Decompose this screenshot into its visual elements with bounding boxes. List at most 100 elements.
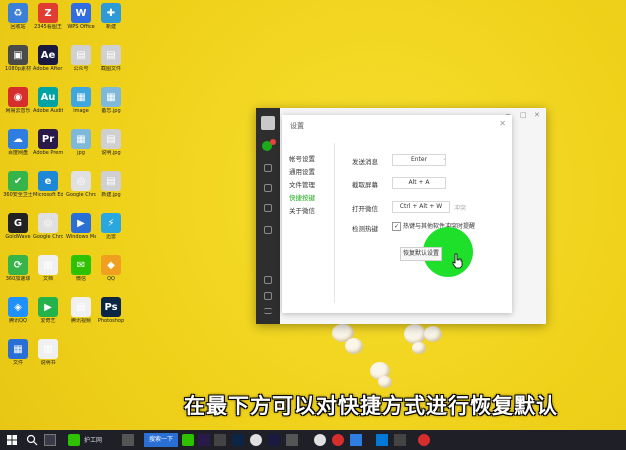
desktop-icon-image: ▤ [101,171,121,191]
desktop-icon-label: GoldWave [5,234,31,240]
desktop-icon[interactable]: AuAdobe Audition [33,87,63,114]
desktop-icon-label: 说明书 [40,360,56,366]
avatar[interactable] [261,116,275,130]
desktop-icon[interactable]: ▥ 文档 [33,255,63,282]
desktop-icon-label: Adobe Premiere Pro [33,150,63,156]
desktop-icon[interactable]: PrAdobe Premiere Pro [33,129,63,156]
desktop-icon[interactable]: ✉ 微信 [66,255,96,282]
desktop-icon-label: 文件 [12,360,23,366]
favorites-icon[interactable] [264,184,272,192]
shortcut-screenshot-field[interactable]: Alt + A [392,177,446,189]
desktop-icon[interactable]: ▦ jpg [66,129,96,156]
desktop-icon[interactable]: ▦ image [66,87,96,114]
app3-taskbar-icon[interactable] [376,434,388,446]
contacts-icon[interactable] [264,164,272,172]
desktop-icon[interactable]: ▤ 新建.jpg [96,171,126,198]
desktop-icon[interactable]: Ps Photoshop [96,297,126,324]
moments-icon[interactable] [264,226,272,234]
menu-about[interactable]: 关于微信 [289,205,315,215]
desktop-icon[interactable]: G GoldWave [3,213,33,240]
desktop-icon[interactable]: ✔ 360安全卫士 [3,171,33,198]
desktop-icon-label: 腾讯QQ [9,318,27,324]
close-icon[interactable]: ✕ [499,119,506,128]
task-view-icon[interactable] [44,434,56,446]
premiere-taskbar-icon[interactable] [198,434,210,446]
app4-taskbar-icon[interactable] [394,434,406,446]
maximize-icon[interactable]: □ [520,111,527,119]
mini-program-icon[interactable] [264,276,272,284]
desktop-icon[interactable]: ♻ 回收站 [3,3,33,30]
desktop-icon[interactable]: ▣ 1080p素材 [3,45,33,72]
desktop-icon[interactable]: Z 2345看图王 [33,3,63,30]
desktop-icon[interactable]: ◎Google Chrome [33,213,63,240]
shortcut-open-field[interactable]: Ctrl + Alt + W [392,201,450,213]
phone-icon[interactable] [264,292,272,300]
desktop-icon[interactable]: ✚ 新建 [96,3,126,30]
desktop-icon[interactable]: ▤ 公众号 [66,45,96,72]
desktop-icon-label: 截图文件 [100,66,121,72]
desktop-icon-label: 迅雷 [105,234,116,240]
desktop-icon[interactable]: ▤ 截图文件 [96,45,126,72]
menu-general-settings[interactable]: 通用设置 [289,166,315,176]
record-taskbar-icon[interactable] [418,434,430,446]
shortcut-label-detect: 检测热键 [352,225,378,233]
desktop-icon[interactable]: ▤ 腾讯视频 [66,297,96,324]
desktop-icon-image: ◎ [38,213,58,233]
conflict-checkbox[interactable]: ✓ [392,222,401,231]
music-taskbar-icon[interactable] [332,434,344,446]
desktop-icon[interactable]: ◎Google Chrome [66,171,96,198]
taskbar-icon[interactable] [122,434,134,446]
desktop-icon-label: 新建.jpg [101,192,121,198]
desktop-icon-image: ☁ [8,129,28,149]
desktop-icon[interactable]: ◈ 腾讯QQ [3,297,33,324]
ae-taskbar-icon[interactable] [268,434,280,446]
files-icon[interactable] [264,204,272,212]
folder-taskbar-icon[interactable] [214,434,226,446]
app-taskbar-icon[interactable] [286,434,298,446]
desktop-icon[interactable]: ▥ 说明书 [33,339,63,366]
taskbar-app-button[interactable]: 护工网 [68,433,118,447]
chrome2-taskbar-icon[interactable] [314,434,326,446]
desktop-icon[interactable]: ▶ 爱奇艺 [33,297,63,324]
shortcut-send-field[interactable]: Enter [392,154,446,166]
wechat-taskbar-icon[interactable] [182,434,194,446]
close-window-icon[interactable]: ✕ [534,111,540,119]
conflict-hint: 冲突 [454,205,467,212]
desktop-icon[interactable]: ☁ 百度网盘 [3,129,33,156]
chrome-taskbar-icon[interactable] [250,434,262,446]
desktop-icon-image: ✉ [71,255,91,275]
desktop-icon-image: ✔ [8,171,28,191]
desktop-icon-image: ▶ [38,297,58,317]
search-icon[interactable] [26,434,38,446]
desktop-icon[interactable]: ⟳ 360加速球 [3,255,33,282]
desktop-icon[interactable]: W WPS Office [66,3,96,30]
desktop-icon-label: 微信 [75,276,86,282]
menu-file-management[interactable]: 文件管理 [289,179,315,189]
desktop-icon[interactable]: ⚡ 迅雷 [96,213,126,240]
desktop-icon-image: ▶ [71,213,91,233]
menu-icon[interactable] [264,308,272,314]
desktop-icon-image: ▦ [71,129,91,149]
desktop-icon[interactable]: ▶Windows Media [66,213,96,240]
desktop-icon[interactable]: ▦ 文件 [3,339,33,366]
menu-shortcuts[interactable]: 快捷按键 [289,192,315,202]
menu-account-settings[interactable]: 帐号设置 [289,153,315,163]
photoshop-taskbar-icon[interactable] [232,434,244,446]
desktop-icon-image: G [8,213,28,233]
desktop-icon[interactable]: eMicrosoft Edge [33,171,63,198]
desktop-icon[interactable]: ◉ 网易云音乐 [3,87,33,114]
taskbar-search-button[interactable]: 搜索一下 [144,433,178,447]
desktop-icon-label: Google Chrome [33,234,63,240]
reset-default-button[interactable]: 恢复默认设置 [400,247,442,261]
chevron-down-icon[interactable]: ⌄ [442,155,447,162]
desktop-icon[interactable]: ▤ 说明.jpg [96,129,126,156]
desktop-icon[interactable]: ▦ 备忘.jpg [96,87,126,114]
app2-taskbar-icon[interactable] [350,434,362,446]
desktop-icon-label: 2345看图王 [34,24,62,30]
desktop-icon-image: Au [38,87,58,107]
desktop-icon-image: ♻ [8,3,28,23]
windows-start-icon[interactable] [6,434,18,446]
desktop-icon[interactable]: ◆ QQ [96,255,126,282]
desktop-icon-label: image [73,108,89,114]
desktop-icon[interactable]: AeAdobe After Effects [33,45,63,72]
